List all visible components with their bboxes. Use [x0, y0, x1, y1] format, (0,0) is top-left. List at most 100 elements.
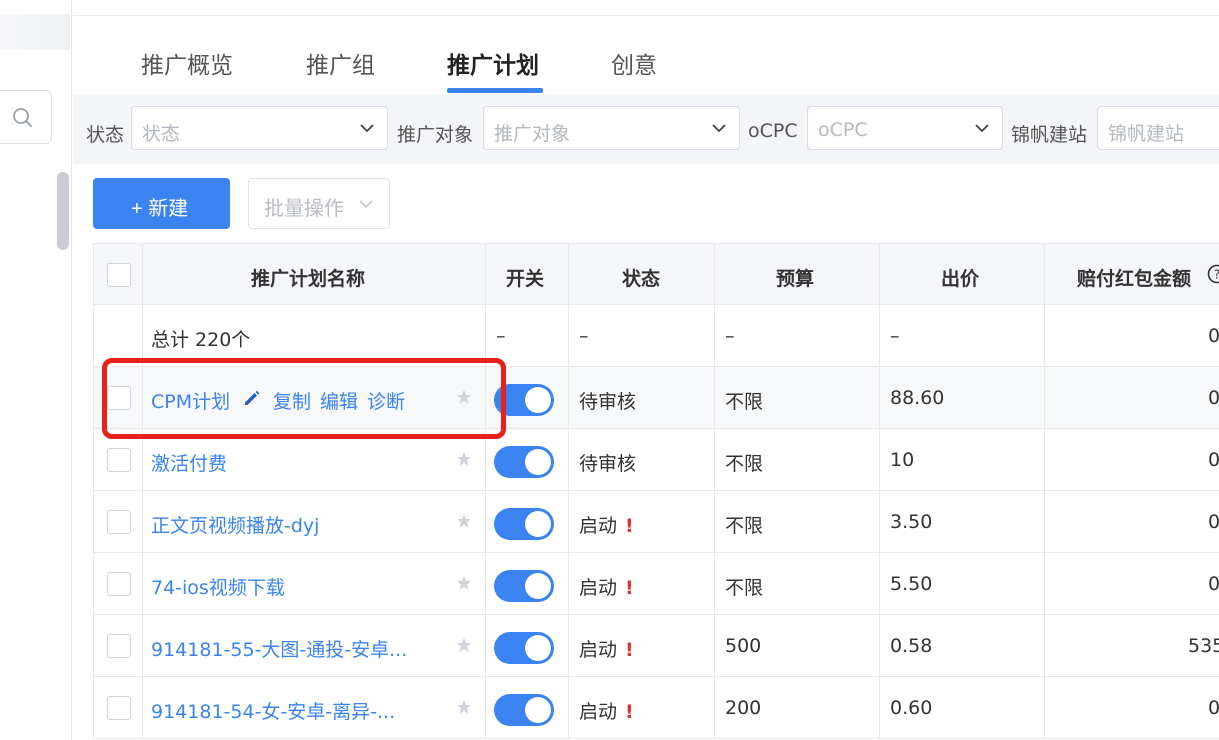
- plan-toggle-switch[interactable]: [494, 384, 554, 416]
- row-checkbox-cell: [93, 553, 143, 614]
- star-icon[interactable]: [456, 389, 472, 405]
- star-icon[interactable]: [456, 513, 472, 529]
- plan-status: 待审核: [579, 453, 637, 475]
- tab-overview[interactable]: 推广概览: [141, 46, 233, 80]
- row-checkbox[interactable]: [107, 510, 131, 534]
- toggle-knob: [525, 387, 551, 413]
- help-icon[interactable]: ?: [1207, 264, 1219, 284]
- chevron-down-icon: [975, 124, 989, 133]
- header-compensation: 赔付红包金额: [1077, 268, 1192, 290]
- select-all-checkbox[interactable]: [107, 263, 131, 287]
- total-blank-cell: [93, 305, 143, 366]
- plan-toggle-switch[interactable]: [494, 632, 554, 664]
- row-checkbox-cell: [93, 677, 143, 738]
- tab-ad-plan[interactable]: 推广计划: [447, 46, 539, 80]
- table-row[interactable]: 74-ios视频下载 启动! 不限 5.50 0: [93, 553, 1219, 615]
- new-plan-button[interactable]: + 新建: [93, 178, 230, 229]
- plan-budget: 不限: [725, 577, 764, 599]
- header-bid-cell: 出价: [880, 244, 1045, 304]
- search-icon: [13, 108, 32, 127]
- total-bid: –: [890, 325, 900, 347]
- sidebar-search-button[interactable]: [0, 90, 52, 144]
- warning-icon[interactable]: !: [625, 515, 634, 537]
- header-status: 状态: [622, 268, 661, 290]
- table-header-row: 推广计划名称 开关 状态 预算 出价 赔付红包金额 ?: [93, 243, 1219, 305]
- warning-icon[interactable]: !: [625, 639, 634, 661]
- row-name-cell: 914181-54-女-安卓-离异-...: [143, 677, 486, 738]
- header-status-cell: 状态: [569, 244, 715, 304]
- row-name-cell: 正文页视频播放-dyj: [143, 491, 486, 552]
- filter-status-select[interactable]: 状态: [131, 106, 388, 150]
- batch-operation-button[interactable]: 批量操作: [248, 178, 390, 229]
- star-icon[interactable]: [456, 575, 472, 591]
- row-checkbox[interactable]: [107, 572, 131, 596]
- plan-compensation: 0: [1208, 573, 1219, 595]
- star-icon[interactable]: [456, 637, 472, 653]
- row-switch-cell: [486, 429, 569, 490]
- plan-name-link[interactable]: 914181-55-大图-通投-安卓...: [151, 635, 407, 662]
- row-checkbox-cell: [93, 429, 143, 490]
- copy-action[interactable]: 复制: [273, 387, 311, 414]
- row-checkbox[interactable]: [107, 696, 131, 720]
- filter-site-select[interactable]: 锦帆建站: [1097, 106, 1219, 150]
- toggle-knob: [525, 573, 551, 599]
- row-budget-cell: 不限: [715, 553, 880, 614]
- total-switch: –: [496, 325, 506, 347]
- total-compensation: 0: [1208, 325, 1219, 347]
- plan-name-link[interactable]: 74-ios视频下载: [151, 573, 285, 600]
- chevron-down-icon: [712, 124, 726, 133]
- plan-name-link[interactable]: CPM计划: [151, 387, 230, 414]
- plan-name-link[interactable]: 914181-54-女-安卓-离异-...: [151, 697, 395, 724]
- table-row[interactable]: 914181-55-大图-通投-安卓... 启动! 500 0.58 535: [93, 615, 1219, 677]
- row-checkbox[interactable]: [107, 448, 131, 472]
- table-row[interactable]: CPM计划 复制 编辑 诊断 待审核 不限 88.60 0: [93, 367, 1219, 429]
- plan-toggle-switch[interactable]: [494, 446, 554, 478]
- filter-ocpc-select[interactable]: oCPC: [807, 106, 1003, 150]
- tab-bar: 推广概览 推广组 推广计划 创意: [73, 16, 1219, 94]
- sidebar-menu-item[interactable]: [0, 14, 70, 50]
- row-name-cell: CPM计划 复制 编辑 诊断: [143, 367, 486, 428]
- plan-toggle-switch[interactable]: [494, 694, 554, 726]
- row-bid-cell: 3.50: [880, 491, 1045, 552]
- sidebar-scrollbar[interactable]: [57, 172, 69, 250]
- filter-target-select[interactable]: 推广对象: [483, 106, 740, 150]
- row-switch-cell: [486, 615, 569, 676]
- plan-compensation: 535: [1188, 635, 1219, 657]
- row-compensation-cell: 0: [1045, 429, 1219, 490]
- row-compensation-cell: 0: [1045, 677, 1219, 738]
- left-sidebar: [0, 0, 72, 740]
- row-bid-cell: 10: [880, 429, 1045, 490]
- row-switch-cell: [486, 367, 569, 428]
- row-budget-cell: 500: [715, 615, 880, 676]
- row-compensation-cell: 535: [1045, 615, 1219, 676]
- plan-toggle-switch[interactable]: [494, 508, 554, 540]
- plan-bid: 10: [890, 449, 915, 471]
- total-budget-cell: –: [715, 305, 880, 366]
- table-row[interactable]: 激活付费 待审核 不限 10 0: [93, 429, 1219, 491]
- star-icon[interactable]: [456, 451, 472, 467]
- table-row[interactable]: 914181-54-女-安卓-离异-... 启动! 200 0.60 0: [93, 677, 1219, 739]
- active-tab-indicator: [447, 88, 543, 93]
- header-checkbox-cell: [93, 244, 143, 304]
- warning-icon[interactable]: !: [625, 577, 634, 599]
- row-checkbox[interactable]: [107, 634, 131, 658]
- plan-bid: 0.58: [890, 635, 933, 657]
- tab-creative[interactable]: 创意: [611, 46, 657, 80]
- chevron-down-icon: [359, 200, 373, 209]
- diagnose-action[interactable]: 诊断: [367, 387, 405, 414]
- plan-name-link[interactable]: 正文页视频播放-dyj: [151, 511, 319, 538]
- table-row[interactable]: 正文页视频播放-dyj 启动! 不限 3.50 0: [93, 491, 1219, 553]
- plan-bid: 3.50: [890, 511, 933, 533]
- row-bid-cell: 0.60: [880, 677, 1045, 738]
- pencil-icon[interactable]: [242, 388, 262, 408]
- star-icon[interactable]: [456, 699, 472, 715]
- main-panel: 推广概览 推广组 推广计划 创意 状态 状态 推广对象 推广对象 oCPC oC…: [73, 0, 1219, 740]
- plan-name-link[interactable]: 激活付费: [151, 449, 227, 476]
- plan-toggle-switch[interactable]: [494, 570, 554, 602]
- row-name-cell: 激活付费: [143, 429, 486, 490]
- tab-ad-group[interactable]: 推广组: [306, 46, 375, 80]
- edit-action[interactable]: 编辑: [320, 387, 358, 414]
- row-checkbox[interactable]: [107, 386, 131, 410]
- warning-icon[interactable]: !: [625, 701, 634, 723]
- row-budget-cell: 200: [715, 677, 880, 738]
